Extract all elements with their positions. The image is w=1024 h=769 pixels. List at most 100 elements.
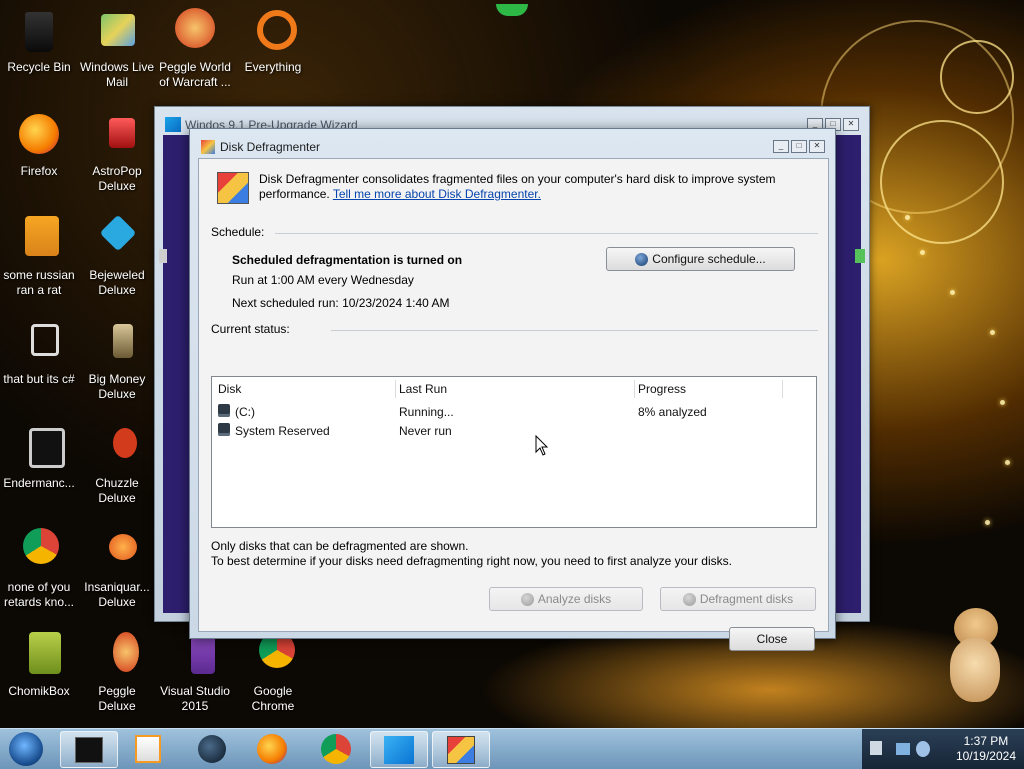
close-button[interactable]: ✕ [843, 118, 859, 131]
ie-icon [15, 216, 63, 264]
analyze-disks-button[interactable]: Analyze disks [489, 587, 643, 611]
desktop-icon-windows-live-mail[interactable]: Windows Live Mail [78, 8, 156, 90]
clock-date: 10/19/2024 [955, 749, 1016, 763]
progress-bar-edge [159, 249, 167, 263]
defragment-disks-button[interactable]: Defragment disks [660, 587, 816, 611]
mouse-cursor-icon [535, 435, 549, 456]
desktop-icon-astropop[interactable]: AstroPop Deluxe [78, 112, 156, 194]
desktop-icon-chomikbox[interactable]: ChomikBox [0, 632, 78, 699]
desktop-icon-recycle-bin[interactable]: Recycle Bin [0, 8, 78, 75]
mail-icon [93, 8, 141, 56]
desktop-icon-firefox[interactable]: Firefox [0, 112, 78, 179]
desktop-icon-google-chrome[interactable]: Google Chrome [234, 632, 312, 714]
desktop-icon-peggle-wow[interactable]: Peggle World of Warcraft ... [156, 8, 234, 90]
search-icon [249, 8, 297, 56]
visual-studio-icon [171, 632, 219, 680]
recycle-bin-icon [15, 8, 63, 56]
game-icon [93, 424, 141, 472]
chrome-icon [321, 733, 351, 764]
taskbar-item-defrag[interactable] [432, 731, 490, 768]
start-orb-icon [9, 731, 43, 766]
table-row[interactable]: System Reserved Never run [214, 422, 814, 440]
divider [331, 330, 818, 331]
desktop-icon-label: Chuzzle Deluxe [95, 476, 139, 505]
desktop-icon-label: Big Money Deluxe [88, 372, 146, 401]
windows-logo-icon [165, 117, 181, 132]
shield-orb-icon [520, 592, 534, 606]
firefox-icon [15, 112, 63, 160]
column-separator[interactable] [782, 380, 783, 398]
close-button[interactable]: Close [729, 627, 815, 651]
learn-more-link[interactable]: Tell me more about Disk Defragmenter. [333, 187, 541, 201]
table-row[interactable]: (C:) Running... 8% analyzed [214, 403, 814, 421]
disk-name: System Reserved [235, 424, 330, 438]
taskbar-item-firefox[interactable] [244, 731, 300, 766]
desktop-icon-label: Insaniquar... Deluxe [84, 580, 150, 609]
schedule-run-at: Run at 1:00 AM every Wednesday [232, 273, 414, 287]
configure-schedule-button[interactable]: Configure schedule... [606, 247, 795, 271]
window-title: Disk Defragmenter [220, 140, 321, 154]
desktop-icon-everything[interactable]: Everything [234, 8, 312, 75]
shield-orb-icon [635, 252, 649, 266]
disk-last-run: Running... [399, 405, 454, 419]
clock[interactable]: 1:37 PM 10/19/2024 [956, 734, 1016, 764]
minimize-button[interactable]: _ [773, 140, 789, 153]
desktop-icon-big-money[interactable]: Big Money Deluxe [78, 320, 156, 402]
start-button[interactable] [4, 731, 48, 766]
button-label: Configure schedule... [652, 252, 766, 266]
disk-defragmenter-window[interactable]: Disk Defragmenter _ □ ✕ Disk Defragmente… [189, 128, 836, 651]
close-button[interactable]: ✕ [809, 140, 825, 153]
intro-text: Disk Defragmenter consolidates fragmente… [259, 172, 819, 202]
desktop-icon-peggle-deluxe[interactable]: Peggle Deluxe [78, 632, 156, 714]
taskbar-item-globe[interactable] [184, 731, 240, 766]
network-icon[interactable] [896, 743, 910, 755]
disk-list[interactable]: Disk Last Run Progress (C:) Running... 8… [211, 376, 817, 528]
column-header-disk[interactable]: Disk [218, 379, 241, 399]
desktop-icon-russian-rat[interactable]: some russian ran a rat [0, 216, 78, 298]
desktop-icon-label: Recycle Bin [7, 60, 71, 74]
column-header-last-run[interactable]: Last Run [399, 379, 447, 399]
fish-icon [93, 528, 141, 576]
desktop-icon-endermanc[interactable]: Endermanc... [0, 424, 78, 491]
shortcut-icon [15, 320, 63, 368]
taskbar-item-wizard[interactable] [370, 731, 428, 768]
hamster-icon [946, 608, 1004, 704]
gem-icon [93, 214, 141, 264]
desktop-icon-chuzzle[interactable]: Chuzzle Deluxe [78, 424, 156, 506]
shield-orb-icon [682, 592, 696, 606]
window-controls: _ □ ✕ [773, 140, 825, 153]
column-header-progress[interactable]: Progress [638, 379, 686, 399]
desktop-icon-insaniquarium[interactable]: Insaniquar... Deluxe [78, 528, 156, 610]
terminal-icon [75, 736, 103, 763]
column-separator[interactable] [634, 380, 635, 398]
button-label: Close [756, 632, 788, 646]
intro-line-2: performance. [259, 187, 330, 201]
taskbar-item-terminal[interactable] [60, 731, 118, 768]
desktop-icon-bejeweled[interactable]: Bejeweled Deluxe [78, 214, 156, 298]
game-icon [93, 112, 141, 160]
desktop-icon-label: that but its c# [3, 372, 75, 386]
peggle-icon [93, 632, 141, 680]
desktop-icon-label: Endermanc... [3, 476, 75, 490]
progress-bar-edge [855, 249, 865, 263]
defrag-icon [217, 172, 249, 204]
desktop-icon-c-sharp[interactable]: that but its c# [0, 320, 78, 387]
button-label: Analyze disks [537, 592, 612, 606]
taskbar-item-media-player[interactable] [120, 731, 176, 766]
show-hidden-icons-icon[interactable] [870, 741, 882, 755]
desktop-icon-label: Everything [244, 60, 302, 74]
desktop-icon-label: AstroPop Deluxe [92, 164, 142, 193]
volume-icon[interactable] [916, 741, 930, 757]
desktop-icon-none-of-you[interactable]: none of you retards kno... [0, 528, 78, 610]
column-separator[interactable] [395, 380, 396, 398]
hard-disk-icon [218, 404, 230, 417]
desktop-icon-label: ChomikBox [8, 684, 70, 698]
divider [275, 233, 818, 234]
peggle-icon [171, 8, 219, 56]
maximize-button[interactable]: □ [791, 140, 807, 153]
green-ornament-icon [496, 4, 528, 16]
hamster-icon [15, 632, 63, 680]
desktop-icon-visual-studio[interactable]: Visual Studio 2015 [156, 632, 234, 714]
taskbar-item-chrome[interactable] [308, 731, 364, 766]
defrag-icon [447, 735, 475, 764]
